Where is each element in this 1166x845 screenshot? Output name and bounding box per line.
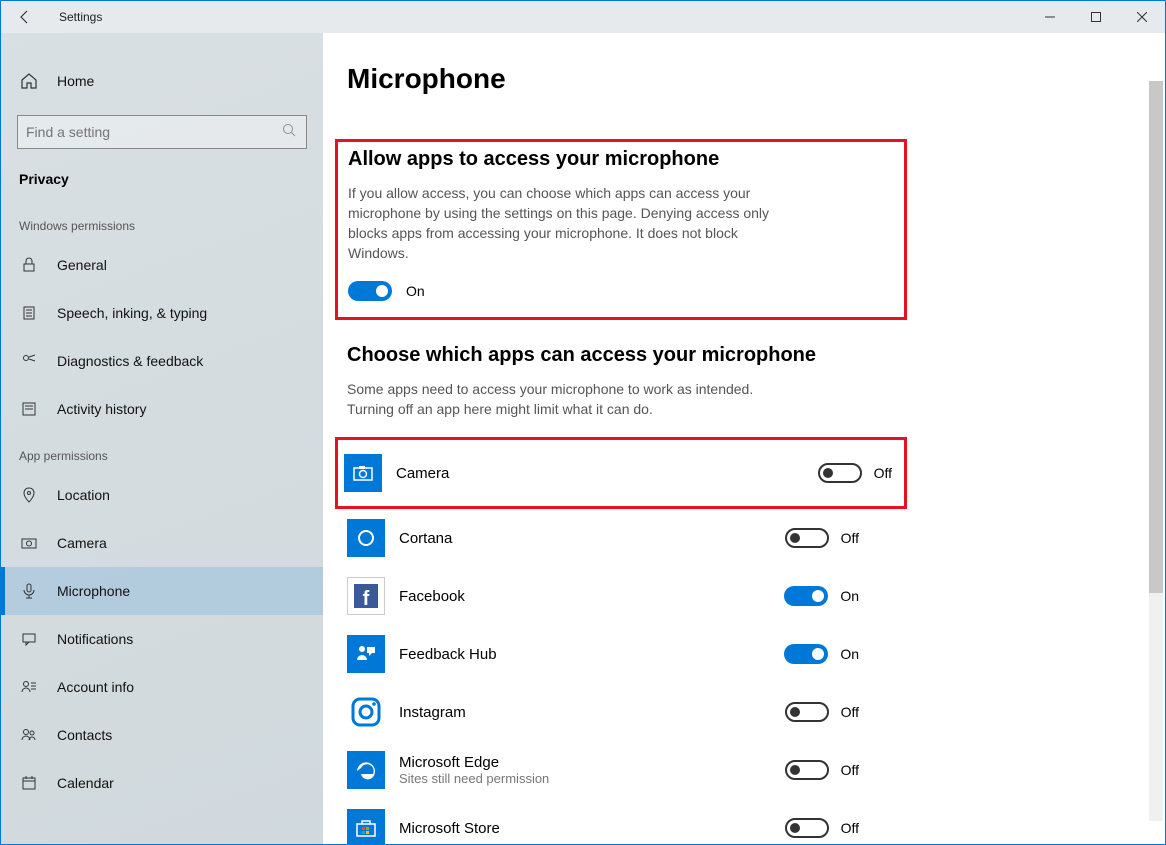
sidebar-item-label: General [57,257,305,273]
clipboard-icon [19,303,39,323]
allow-heading: Allow apps to access your microphone [348,148,894,171]
app-row-cortana: Cortana Off [347,509,867,567]
camera-app-icon [344,454,382,492]
chat-icon [19,629,39,649]
maximize-button[interactable] [1073,1,1119,33]
allow-toggle[interactable] [348,281,392,301]
account-icon [19,677,39,697]
window-title: Settings [49,10,102,24]
app-row-camera: Camera Off [344,444,900,502]
edge-app-icon [347,751,385,789]
app-row-instagram: Instagram Off [347,683,867,741]
app-toggle-store[interactable] [785,818,829,838]
sidebar-item-contacts[interactable]: Contacts [1,711,323,759]
app-toggle-camera[interactable] [818,463,862,483]
sidebar-item-label: Contacts [57,727,305,743]
app-name: Facebook [399,588,770,605]
app-toggle-instagram[interactable] [785,702,829,722]
calendar-icon [19,773,39,793]
sidebar-item-label: Camera [57,535,305,551]
sidebar-item-label: Microphone [57,583,305,599]
app-state: On [840,646,859,662]
back-button[interactable] [1,1,49,33]
sidebar-item-label: Speech, inking, & typing [57,305,305,321]
app-toggle-feedback[interactable] [784,644,828,664]
scrollbar-thumb[interactable] [1149,81,1163,593]
app-toggle-facebook[interactable] [784,586,828,606]
microphone-icon [19,581,39,601]
sidebar-item-notifications[interactable]: Notifications [1,615,323,663]
main-content: Microphone Allow apps to access your mic… [323,33,1165,844]
app-subtitle: Sites still need permission [399,771,771,786]
cortana-app-icon [347,519,385,557]
sidebar-item-label: Home [57,73,305,89]
app-name: Microsoft Store [399,820,771,837]
search-box[interactable] [17,115,307,149]
sidebar-item-home[interactable]: Home [1,57,323,105]
minimize-button[interactable] [1027,1,1073,33]
store-app-icon [347,809,385,844]
location-icon [19,485,39,505]
highlight-box-camera: Camera Off [335,437,907,509]
facebook-app-icon: f [347,577,385,615]
sidebar-item-microphone[interactable]: Microphone [1,567,323,615]
app-list: Camera Off Cortana Off f Facebook On F [347,437,867,844]
close-button[interactable] [1119,1,1165,33]
sidebar-item-general[interactable]: General [1,241,323,289]
app-row-feedback: Feedback Hub On [347,625,867,683]
search-icon [282,123,298,142]
sidebar-group-windows-permissions: Windows permissions [1,203,323,241]
svg-text:f: f [363,588,370,610]
sidebar-item-label: Account info [57,679,305,695]
app-toggle-cortana[interactable] [785,528,829,548]
app-name: Camera [396,465,804,482]
sidebar-item-label: Diagnostics & feedback [57,353,305,369]
history-icon [19,399,39,419]
app-state: Off [841,704,859,720]
sidebar: Home Privacy Windows permissions General… [1,33,323,844]
app-row-edge: Microsoft Edge Sites still need permissi… [347,741,867,799]
page-title: Microphone [347,63,867,95]
contacts-icon [19,725,39,745]
app-toggle-edge[interactable] [785,760,829,780]
titlebar: Settings [1,1,1165,33]
lock-icon [19,255,39,275]
sidebar-item-label: Calendar [57,775,305,791]
app-row-store: Microsoft Store Off [347,799,867,844]
search-input[interactable] [26,124,282,140]
camera-icon [19,533,39,553]
sidebar-item-speech[interactable]: Speech, inking, & typing [1,289,323,337]
allow-toggle-label: On [406,283,425,299]
sidebar-item-location[interactable]: Location [1,471,323,519]
choose-description: Some apps need to access your microphone… [347,379,787,419]
home-icon [19,71,39,91]
allow-description: If you allow access, you can choose whic… [348,183,788,263]
sidebar-item-diagnostics[interactable]: Diagnostics & feedback [1,337,323,385]
app-row-facebook: f Facebook On [347,567,867,625]
app-state: Off [841,530,859,546]
app-name: Microsoft Edge [399,754,771,771]
sidebar-item-label: Notifications [57,631,305,647]
sidebar-item-label: Location [57,487,305,503]
highlight-box-allow: Allow apps to access your microphone If … [335,139,907,320]
feedback-app-icon [347,635,385,673]
app-state: Off [841,762,859,778]
sidebar-group-app-permissions: App permissions [1,433,323,471]
sidebar-item-calendar[interactable]: Calendar [1,759,323,807]
choose-heading: Choose which apps can access your microp… [347,344,867,367]
instagram-app-icon [347,693,385,731]
app-state: On [840,588,859,604]
sidebar-item-camera[interactable]: Camera [1,519,323,567]
sidebar-item-activity[interactable]: Activity history [1,385,323,433]
sidebar-category: Privacy [1,159,323,203]
app-state: Off [841,820,859,836]
sidebar-item-label: Activity history [57,401,305,417]
app-state: Off [874,465,892,481]
feedback-icon [19,351,39,371]
app-name: Cortana [399,530,771,547]
app-name: Instagram [399,704,771,721]
app-name: Feedback Hub [399,646,770,663]
sidebar-item-account[interactable]: Account info [1,663,323,711]
